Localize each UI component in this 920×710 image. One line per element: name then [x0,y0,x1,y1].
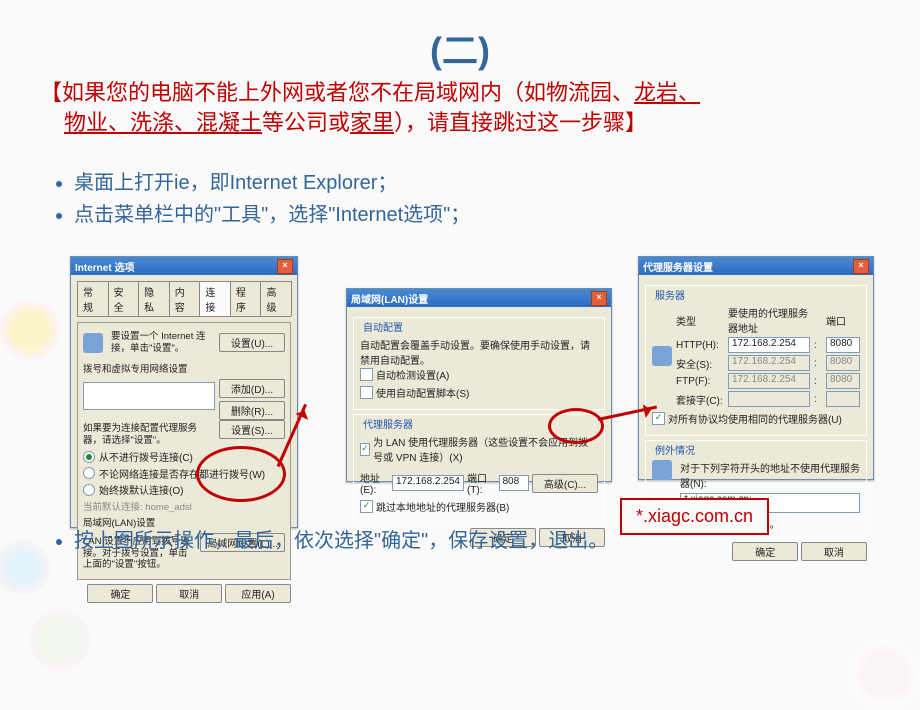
ok-button[interactable]: 确定 [87,584,153,603]
chk-same-proxy[interactable]: ✓对所有协议均使用相同的代理服务器(U) [652,411,842,426]
tab-programs[interactable]: 程序 [230,281,262,316]
addr-label: 地址(E): [360,470,389,496]
default-connection-value: home_adsl [145,502,191,513]
lan-settings-dialog: 局域网(LAN)设置 × 自动配置 自动配置会覆盖手动设置。要确保使用手动设置，… [346,288,612,482]
setup-text: 要设置一个 Internet 连接，单击"设置"。 [111,331,215,355]
exceptions-text: 对于下列字符开头的地址不使用代理服务器(N): [680,460,860,490]
remove-button[interactable]: 删除(R)... [219,401,285,420]
notice-underline-1: 龙岩、 [634,80,700,105]
row-sock-port [826,391,860,407]
exception-icon [652,460,672,480]
row-sock-addr [728,391,810,407]
row-ftp-port: 8080 [826,373,860,389]
setup-button[interactable]: 设置(U)... [219,333,285,352]
group-proxy: 代理服务器 [360,416,416,431]
highlight-ring-lansettings [196,446,286,502]
row-sec-port: 8080 [826,355,860,371]
row-http-label: HTTP(H): [676,340,724,351]
chk-auto-detect[interactable]: 自动检测设置(A) [360,367,449,382]
notice-text: 【如果您的电脑不能上外网或者您不在局域网内（如物流园、龙岩、 物业、洗涤、混凝土… [40,78,880,137]
slide-number-heading: (二) [0,22,920,74]
radio-never-dial[interactable]: 从不进行拨号连接(C) [83,449,193,464]
deco-circle [0,300,60,360]
deco-circle [30,610,90,670]
row-sec-label: 安全(S): [676,356,724,371]
auto-config-text: 自动配置会覆盖手动设置。要确保使用手动设置，请禁用自动配置。 [360,337,598,367]
radio-always-dial[interactable]: 始终拨默认连接(O) [83,482,183,497]
titlebar: Internet 选项 × [71,257,297,275]
advanced-button[interactable]: 高级(C)... [532,474,598,493]
row-sec-addr: 172.168.2.254 [728,355,810,371]
row-http-addr[interactable]: 172.168.2.254 [728,337,810,353]
notice-underline-3: 家里 [350,110,394,135]
instruction-list: 桌面上打开ie，即Internet Explorer； 点击菜单栏中的"工具"，… [48,166,880,230]
notice-line2b: 等公司或 [262,110,350,135]
instruction-item: 桌面上打开ie，即Internet Explorer； [74,166,880,195]
highlight-ring-advanced [548,408,604,444]
dialog-title: Internet 选项 [75,259,134,274]
deco-circle [0,540,50,595]
row-ftp-label: FTP(F): [676,376,724,387]
deco-circle [850,640,920,710]
tabs: 常规 安全 隐私 内容 连接 程序 高级 [77,281,291,317]
default-connection-label: 当前默认连接: [83,502,143,513]
tab-advanced[interactable]: 高级 [260,281,292,316]
exception-callout: *.xiagc.com.cn [620,498,769,535]
col-addr: 要使用的代理服务器地址 [728,305,810,335]
tab-privacy[interactable]: 隐私 [138,281,170,316]
connection-icon [83,333,103,353]
row-sock-label: 套接字(C): [676,392,724,407]
group-exceptions: 例外情况 [652,442,698,457]
tab-connections[interactable]: 连接 [199,281,231,316]
proxy-settings-dialog: 代理服务器设置 × 服务器 类型 要使用的代理服务器地址 端口 HTTP(H):… [638,256,874,480]
tab-content[interactable]: 内容 [169,281,201,316]
dialog-title: 代理服务器设置 [643,259,713,274]
add-button[interactable]: 添加(D)... [219,379,285,398]
titlebar: 局域网(LAN)设置 × [347,289,611,307]
col-type: 类型 [676,313,724,328]
tab-general[interactable]: 常规 [77,281,109,316]
notice-underline-2: 物业、洗涤、混凝土 [64,110,262,135]
section-label: 拨号和虚拟专用网络设置 [83,364,285,376]
ok-button[interactable]: 确定 [732,542,798,561]
tab-security[interactable]: 安全 [108,281,140,316]
port-input[interactable]: 808 [499,475,529,491]
group-auto-config: 自动配置 [360,319,406,334]
bottom-note-item: 按上图所示操作，最后，依次选择"确定"，保存设置，退出。 [74,524,608,553]
notice-line2d: ），请直接跳过这一步骤】 [394,110,647,135]
row-http-port[interactable]: 8080 [826,337,860,353]
chk-auto-script[interactable]: 使用自动配置脚本(S) [360,385,469,400]
bottom-note: 按上图所示操作，最后，依次选择"确定"，保存设置，退出。 [48,524,608,553]
instruction-item: 点击菜单栏中的"工具"，选择"Internet选项"； [74,198,880,227]
apply-button[interactable]: 应用(A) [225,584,291,603]
close-icon[interactable]: × [853,259,869,274]
titlebar: 代理服务器设置 × [639,257,873,275]
server-icon [652,346,672,366]
port-label: 端口(T): [467,470,496,496]
cancel-button[interactable]: 取消 [801,542,867,561]
settings-button[interactable]: 设置(S)... [219,420,285,439]
exception-callout-text: *.xiagc.com.cn [636,506,753,526]
settings-text: 如果要为连接配置代理服务器，请选择"设置"。 [83,423,215,447]
group-servers: 服务器 [652,287,688,302]
notice-open: 【 [40,80,62,105]
close-icon[interactable]: × [277,259,293,274]
notice-line1a: 如果您的电脑不能上外网或者您不在局域网内（如物流园、 [62,80,634,105]
cancel-button[interactable]: 取消 [156,584,222,603]
close-icon[interactable]: × [591,291,607,306]
dialog-title: 局域网(LAN)设置 [351,291,428,306]
connections-listbox[interactable] [83,382,215,410]
addr-input[interactable]: 172.168.2.254 [392,475,464,491]
col-port: 端口 [826,313,860,328]
row-ftp-addr: 172.168.2.254 [728,373,810,389]
chk-bypass-local[interactable]: ✓跳过本地地址的代理服务器(B) [360,499,509,514]
